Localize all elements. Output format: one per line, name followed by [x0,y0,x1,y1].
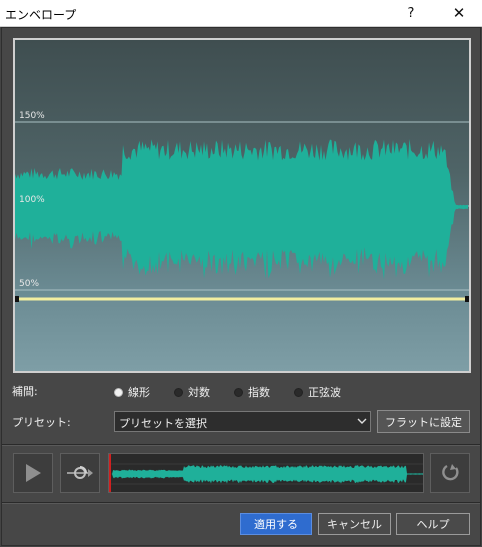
radio-exponential[interactable]: 指数 [234,384,270,400]
envelope-handle-left [15,296,19,302]
separator-highlight [2,503,480,504]
interpolation-label: 補間: [12,385,38,398]
play-button[interactable] [13,453,53,493]
apply-button[interactable]: 適用する [240,513,312,535]
radio-dot [174,387,183,397]
radio-linear-label: 線形 [128,386,150,399]
preset-dropdown[interactable]: プリセットを選択 [114,411,371,432]
radio-logarithmic-label: 対数 [188,386,210,399]
set-flat-button[interactable]: フラットに設定 [377,410,470,433]
chevron-down-icon [357,418,367,424]
radio-dot [234,387,243,397]
overview-waveform[interactable] [108,453,424,493]
overview-waveform-graph [109,454,423,492]
separator-highlight [2,445,480,446]
close-icon: ✕ [452,4,466,22]
play-icon [26,464,41,482]
radio-sine[interactable]: 正弦波 [294,384,341,400]
preset-dropdown-value: プリセットを選択 [119,417,207,430]
radio-linear[interactable]: 線形 [114,384,150,400]
cancel-button[interactable]: キャンセル [318,513,391,535]
title-bar: エンベロープ ? ✕ [0,0,482,27]
close-button[interactable]: ✕ [446,3,472,23]
scale-label-50: 50% [19,279,40,289]
loop-play-icon [67,466,93,479]
radio-sine-label: 正弦波 [308,386,341,399]
refresh-icon [442,464,459,481]
envelope-editor[interactable]: 150% 100% 50% [13,38,471,373]
help-footer-button[interactable]: ヘルプ [396,513,470,535]
loop-play-button[interactable] [60,453,100,493]
help-icon: ? [407,5,415,21]
refresh-button[interactable] [430,453,470,493]
radio-logarithmic[interactable]: 対数 [174,384,210,400]
window-title: エンベロープ [5,8,77,22]
dialog-body: 150% 100% 50% 補間: 線形 対数 指数 正弦波 プリセット: プリ… [1,27,481,546]
envelope-handle-right [465,296,469,302]
preset-label: プリセット: [12,416,71,429]
radio-exponential-label: 指数 [248,386,270,399]
help-button[interactable]: ? [398,3,424,23]
waveform [15,139,468,280]
scale-label-100: 100% [19,195,45,205]
scale-label-150: 150% [19,111,45,121]
envelope-graph [15,121,469,302]
radio-dot [114,387,123,397]
radio-dot [294,387,303,397]
